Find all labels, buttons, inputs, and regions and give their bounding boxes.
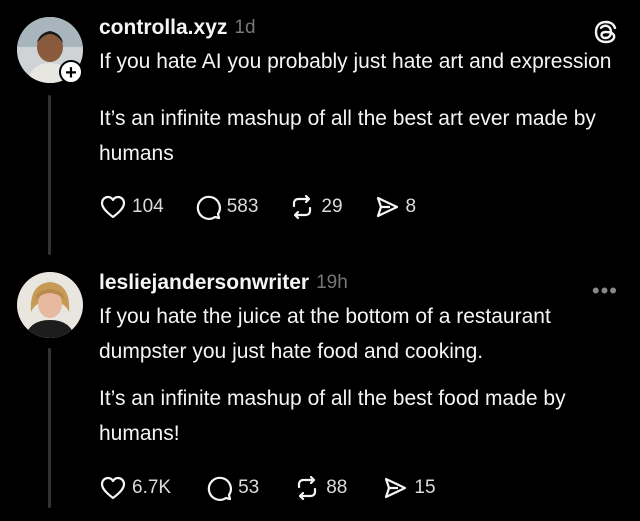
send-icon — [376, 196, 398, 218]
post-actions: 104 583 29 8 — [99, 193, 620, 221]
repost-button[interactable]: 88 — [293, 474, 347, 502]
comment-bubble-icon — [207, 476, 233, 501]
post-1[interactable]: + controlla.xyz 1d If you hate AI you pr… — [0, 0, 640, 262]
like-count: 104 — [132, 196, 164, 217]
post-content: controlla.xyz 1d If you hate AI you prob… — [99, 12, 620, 221]
repost-count: 29 — [321, 196, 343, 217]
post-header: lesliejandersonwriter 19h — [99, 267, 620, 299]
comment-bubble-icon — [196, 195, 221, 220]
post-text-paragraph-2: It’s an infinite mashup of all the best … — [99, 387, 566, 445]
like-button[interactable]: 6.7K — [99, 474, 171, 502]
post-text-paragraph-1: If you hate AI you probably just hate ar… — [99, 50, 612, 73]
heart-icon — [100, 195, 126, 219]
comment-count: 53 — [238, 477, 260, 498]
share-count: 15 — [414, 477, 436, 498]
repost-count: 88 — [326, 477, 348, 498]
share-button[interactable]: 8 — [373, 193, 417, 221]
repost-icon — [298, 475, 317, 501]
thread-line — [48, 95, 51, 255]
comment-button[interactable]: 583 — [194, 193, 259, 221]
post-text-paragraph-1: If you hate the juice at the bottom of a… — [99, 305, 551, 363]
repost-icon — [293, 194, 312, 220]
post-content: lesliejandersonwriter 19h If you hate th… — [99, 267, 620, 502]
comment-button[interactable]: 53 — [205, 474, 259, 502]
repost-button[interactable]: 29 — [288, 193, 343, 221]
timestamp: 1d — [234, 17, 256, 38]
username[interactable]: controlla.xyz — [99, 16, 227, 40]
post-header: controlla.xyz 1d — [99, 12, 620, 44]
send-icon — [385, 477, 407, 499]
timestamp: 19h — [316, 272, 348, 293]
post-actions: 6.7K 53 88 15 — [99, 474, 620, 502]
like-button[interactable]: 104 — [99, 193, 164, 221]
heart-icon — [100, 476, 126, 500]
avatar-leslie[interactable] — [17, 272, 83, 338]
post-2[interactable]: lesliejandersonwriter 19h If you hate th… — [0, 262, 640, 521]
comment-count: 583 — [226, 196, 259, 217]
more-dots-icon[interactable]: ••• — [592, 278, 618, 304]
follow-plus-icon[interactable]: + — [59, 60, 83, 84]
username[interactable]: lesliejandersonwriter — [99, 271, 309, 295]
share-count: 8 — [405, 196, 417, 217]
share-button[interactable]: 15 — [381, 474, 436, 502]
thread-line — [48, 348, 51, 508]
threads-logo-icon[interactable] — [592, 18, 620, 46]
post-text-paragraph-2: It’s an infinite mashup of all the best … — [99, 107, 596, 165]
like-count: 6.7K — [132, 477, 172, 498]
